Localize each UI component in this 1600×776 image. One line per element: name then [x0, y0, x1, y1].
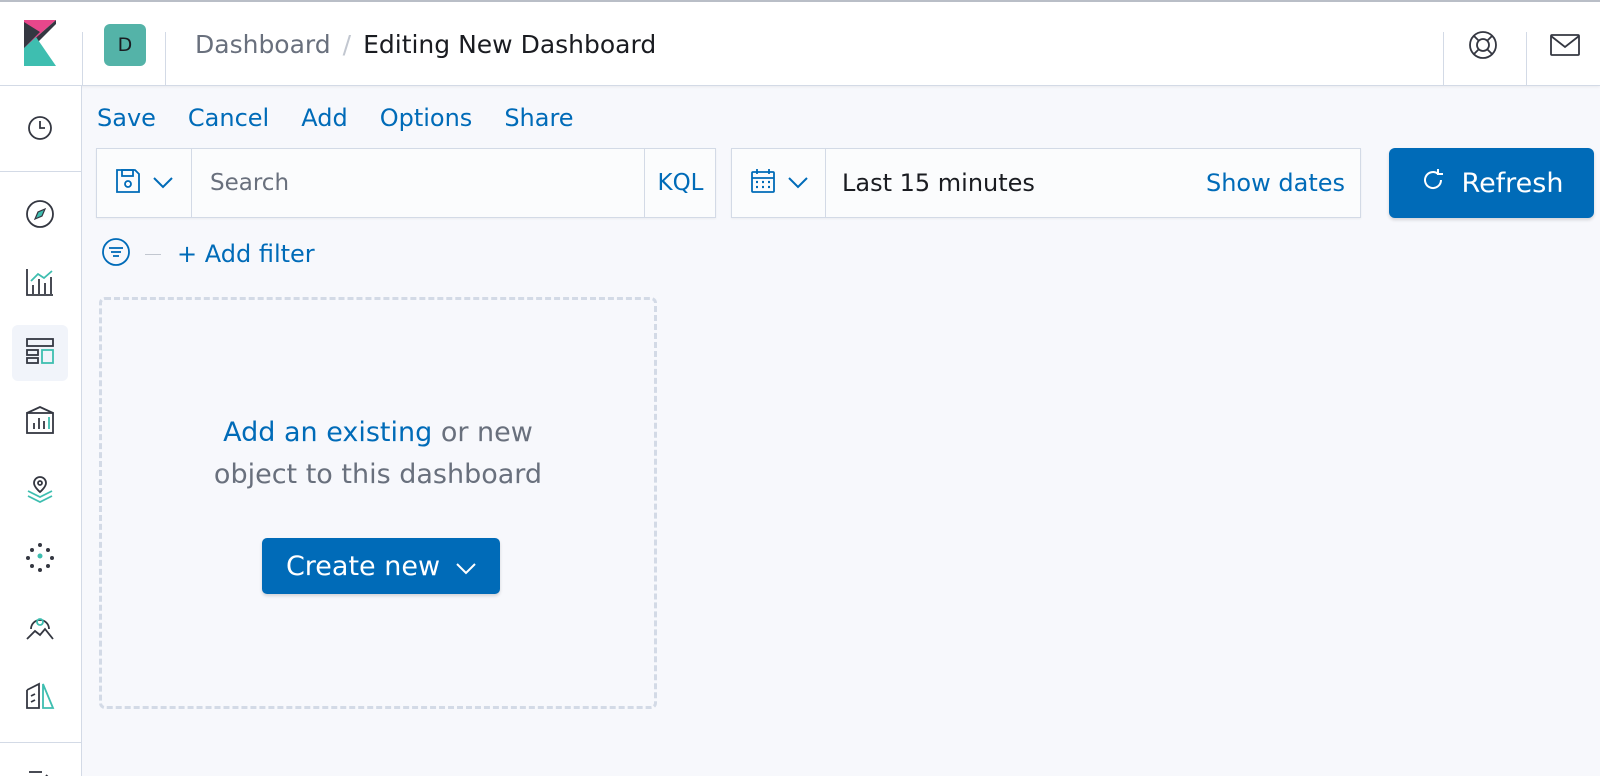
- nav-infrastructure[interactable]: [12, 600, 68, 656]
- filter-bar: + Add filter: [101, 237, 315, 271]
- logs-icon: [25, 680, 55, 714]
- query-bar: KQL: [96, 148, 716, 218]
- nav-divider: [0, 742, 82, 743]
- mail-icon[interactable]: [1548, 28, 1582, 62]
- top-nav-menu: Save Cancel Add Options Share: [97, 104, 606, 132]
- ml-icon: [25, 542, 55, 576]
- side-nav: [0, 86, 82, 776]
- nav-recently-viewed[interactable]: [12, 102, 68, 158]
- date-picker: Last 15 minutes Show dates: [731, 148, 1361, 218]
- maps-icon: [25, 474, 55, 508]
- app-header: D Dashboard / Editing New Dashboard: [0, 0, 1600, 86]
- collapse-icon: [26, 766, 54, 776]
- nav-logs[interactable]: [12, 669, 68, 725]
- dashboard-icon: [25, 337, 55, 369]
- nav-discover[interactable]: [12, 188, 68, 244]
- compass-icon: [25, 199, 55, 233]
- infra-icon: [25, 611, 55, 645]
- add-filter-button[interactable]: + Add filter: [177, 240, 315, 268]
- create-new-button[interactable]: Create new: [262, 538, 500, 594]
- time-range-text[interactable]: Last 15 minutes: [842, 169, 1035, 197]
- header-divider: [82, 32, 83, 86]
- empty-message-text: or new: [432, 417, 533, 448]
- refresh-button[interactable]: Refresh: [1389, 148, 1594, 218]
- header-divider: [1526, 32, 1527, 86]
- quick-menu-button[interactable]: [732, 149, 826, 217]
- empty-message-line2: object to this dashboard: [213, 459, 543, 490]
- add-button[interactable]: Add: [301, 104, 347, 132]
- nav-dashboard[interactable]: [12, 325, 68, 381]
- nav-canvas[interactable]: [12, 394, 68, 450]
- save-button[interactable]: Save: [97, 104, 156, 132]
- nav-visualize[interactable]: [12, 256, 68, 312]
- space-avatar[interactable]: D: [104, 24, 146, 66]
- filter-divider: [145, 253, 161, 255]
- nav-maps[interactable]: [12, 463, 68, 519]
- canvas-icon: [25, 405, 55, 439]
- nav-divider: [0, 171, 82, 172]
- saved-query-button[interactable]: [97, 149, 192, 217]
- refresh-label: Refresh: [1461, 167, 1564, 199]
- refresh-icon: [1420, 167, 1446, 200]
- save-icon: [115, 168, 141, 198]
- empty-dashboard-panel: Add an existing or new object to this da…: [99, 297, 657, 709]
- header-divider: [165, 32, 166, 86]
- share-button[interactable]: Share: [504, 104, 573, 132]
- chevron-down-icon: [153, 174, 173, 193]
- breadcrumb: Dashboard / Editing New Dashboard: [195, 30, 656, 59]
- empty-message: Add an existing or new object to this da…: [102, 412, 654, 496]
- breadcrumb-dashboard[interactable]: Dashboard: [195, 30, 331, 59]
- help-icon[interactable]: [1466, 28, 1500, 62]
- header-divider: [1443, 32, 1444, 86]
- breadcrumb-current: Editing New Dashboard: [363, 30, 657, 59]
- nav-machine-learning[interactable]: [12, 531, 68, 587]
- filter-options-icon[interactable]: [101, 237, 131, 271]
- add-existing-link[interactable]: Add an existing: [223, 417, 432, 448]
- options-button[interactable]: Options: [380, 104, 473, 132]
- chevron-down-icon: [787, 174, 808, 193]
- breadcrumb-separator: /: [342, 30, 352, 59]
- nav-collapse[interactable]: [12, 754, 68, 776]
- cancel-button[interactable]: Cancel: [188, 104, 269, 132]
- search-input[interactable]: [192, 149, 644, 217]
- create-new-label: Create new: [285, 550, 441, 582]
- chevron-down-icon: [456, 551, 476, 582]
- query-language-button[interactable]: KQL: [644, 149, 716, 217]
- clock-icon: [26, 114, 54, 146]
- visualize-icon: [25, 267, 55, 301]
- calendar-icon: [750, 168, 776, 198]
- show-dates-button[interactable]: Show dates: [1206, 169, 1345, 197]
- kibana-logo-icon[interactable]: [20, 20, 60, 66]
